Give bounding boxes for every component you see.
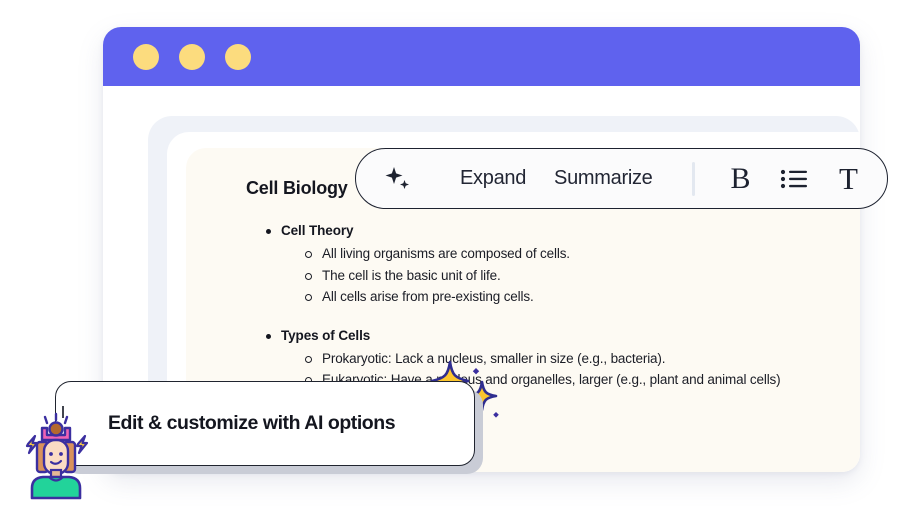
document-outline: Cell Theory All living organisms are com… [246,223,860,391]
document-section: Cell Theory All living organisms are com… [264,223,860,308]
summarize-button[interactable]: Summarize [540,167,666,190]
sparkle-diamond-1 [472,368,480,375]
section-heading: Cell Theory [264,223,860,238]
lightning-bolt-left-icon [25,434,39,455]
window-dot-2[interactable] [179,43,205,70]
list-item: All cells arise from pre-existing cells. [304,287,860,308]
window-dot-3[interactable] [225,43,251,70]
sparkle-diamond-3 [493,412,499,418]
callout-bubble: Edit & customize with AI options [55,381,483,474]
list-item: The cell is the basic unit of life. [304,266,860,287]
ai-toolbar: Expand Summarize B T [355,148,888,209]
list-item: Prokaryotic: Lack a nucleus, smaller in … [304,349,860,370]
bulleted-list-icon[interactable] [767,168,821,190]
person-with-ideas-illustration [16,404,94,502]
text-style-button[interactable]: T [821,161,875,197]
window-dot-1[interactable] [133,43,159,70]
list-item: All living organisms are composed of cel… [304,244,860,265]
section-heading: Types of Cells [264,328,860,343]
sparkle-icon[interactable] [380,165,416,193]
callout-box: Edit & customize with AI options [55,381,475,466]
toolbar-divider [692,161,696,196]
expand-button[interactable]: Expand [446,167,540,190]
bold-button[interactable]: B [713,162,767,196]
section-bullet-list: All living organisms are composed of cel… [264,244,860,308]
window-titlebar [103,27,860,86]
screenshot-stage: Cell Biology Cell Theory All living orga… [0,0,900,506]
lightning-bolt-right-icon [75,434,89,455]
callout-text: Edit & customize with AI options [108,412,396,434]
